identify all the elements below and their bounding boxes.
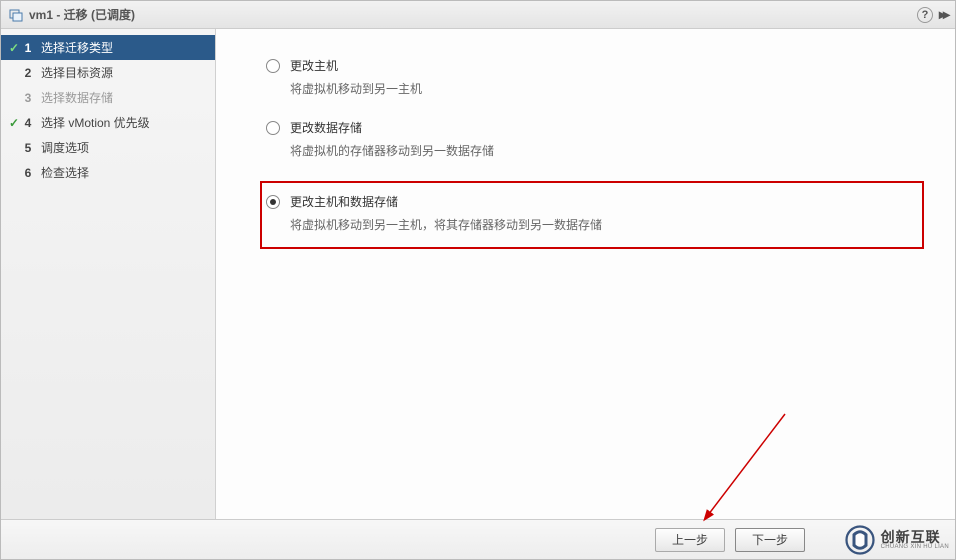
titlebar: vm1 - 迁移 (已调度) ? ▸▸	[1, 1, 955, 29]
option-change-datastore: 更改数据存储 将虚拟机的存储器移动到另一数据存储	[266, 119, 945, 159]
step-select-migration-type[interactable]: ✓ 1 选择迁移类型	[1, 35, 215, 60]
step-schedule-options[interactable]: 5 调度选项	[1, 135, 215, 160]
watermark-logo-icon	[845, 525, 875, 555]
step-select-target-resource[interactable]: 2 选择目标资源	[1, 60, 215, 85]
step-label: 选择 vMotion 优先级	[41, 114, 205, 131]
highlight-box: 更改主机和数据存储 将虚拟机移动到另一主机，将其存储器移动到另一数据存储	[260, 181, 924, 249]
help-icon[interactable]: ?	[917, 7, 933, 23]
option-title: 更改主机	[290, 57, 338, 74]
step-number: 4	[21, 116, 35, 130]
option-title: 更改主机和数据存储	[290, 193, 398, 210]
option-desc: 将虚拟机移动到另一主机	[290, 80, 945, 97]
window-title: vm1 - 迁移 (已调度)	[29, 6, 135, 23]
migration-wizard-window: vm1 - 迁移 (已调度) ? ▸▸ ✓ 1 选择迁移类型 2 选择目标资源 …	[0, 0, 956, 560]
step-label: 选择迁移类型	[41, 39, 205, 56]
option-change-host-and-datastore: 更改主机和数据存储 将虚拟机移动到另一主机，将其存储器移动到另一数据存储	[266, 193, 602, 233]
option-desc: 将虚拟机的存储器移动到另一数据存储	[290, 142, 945, 159]
step-label: 调度选项	[41, 139, 205, 156]
check-icon: ✓	[7, 116, 21, 130]
collapse-icon[interactable]: ▸▸	[939, 6, 947, 23]
step-label: 选择目标资源	[41, 64, 205, 81]
step-select-datastore: 3 选择数据存储	[1, 85, 215, 110]
step-number: 6	[21, 166, 35, 180]
radio-change-host[interactable]	[266, 59, 280, 73]
watermark-text-cn: 创新互联	[881, 530, 949, 544]
step-review[interactable]: 6 检查选择	[1, 160, 215, 185]
wizard-body: ✓ 1 选择迁移类型 2 选择目标资源 3 选择数据存储 ✓ 4 选择 vMot…	[1, 29, 955, 519]
wizard-main-panel: 更改主机 将虚拟机移动到另一主机 更改数据存储 将虚拟机的存储器移动到另一数据存…	[216, 29, 955, 519]
step-label: 选择数据存储	[41, 89, 205, 106]
option-title: 更改数据存储	[290, 119, 362, 136]
option-desc: 将虚拟机移动到另一主机，将其存储器移动到另一数据存储	[290, 216, 602, 233]
step-number: 5	[21, 141, 35, 155]
next-button[interactable]: 下一步	[735, 528, 805, 552]
back-button[interactable]: 上一步	[655, 528, 725, 552]
step-vmotion-priority[interactable]: ✓ 4 选择 vMotion 优先级	[1, 110, 215, 135]
watermark: 创新互联 CHUANG XIN HU LIAN	[845, 525, 949, 555]
wizard-steps-sidebar: ✓ 1 选择迁移类型 2 选择目标资源 3 选择数据存储 ✓ 4 选择 vMot…	[1, 29, 216, 519]
watermark-text-en: CHUANG XIN HU LIAN	[881, 544, 949, 550]
option-change-host: 更改主机 将虚拟机移动到另一主机	[266, 57, 945, 97]
step-number: 3	[21, 91, 35, 105]
window-icon	[9, 8, 23, 22]
wizard-footer: 上一步 下一步	[1, 519, 955, 559]
step-number: 2	[21, 66, 35, 80]
step-label: 检查选择	[41, 164, 205, 181]
check-icon: ✓	[7, 41, 21, 55]
step-number: 1	[21, 41, 35, 55]
radio-change-datastore[interactable]	[266, 121, 280, 135]
radio-change-host-and-datastore[interactable]	[266, 195, 280, 209]
